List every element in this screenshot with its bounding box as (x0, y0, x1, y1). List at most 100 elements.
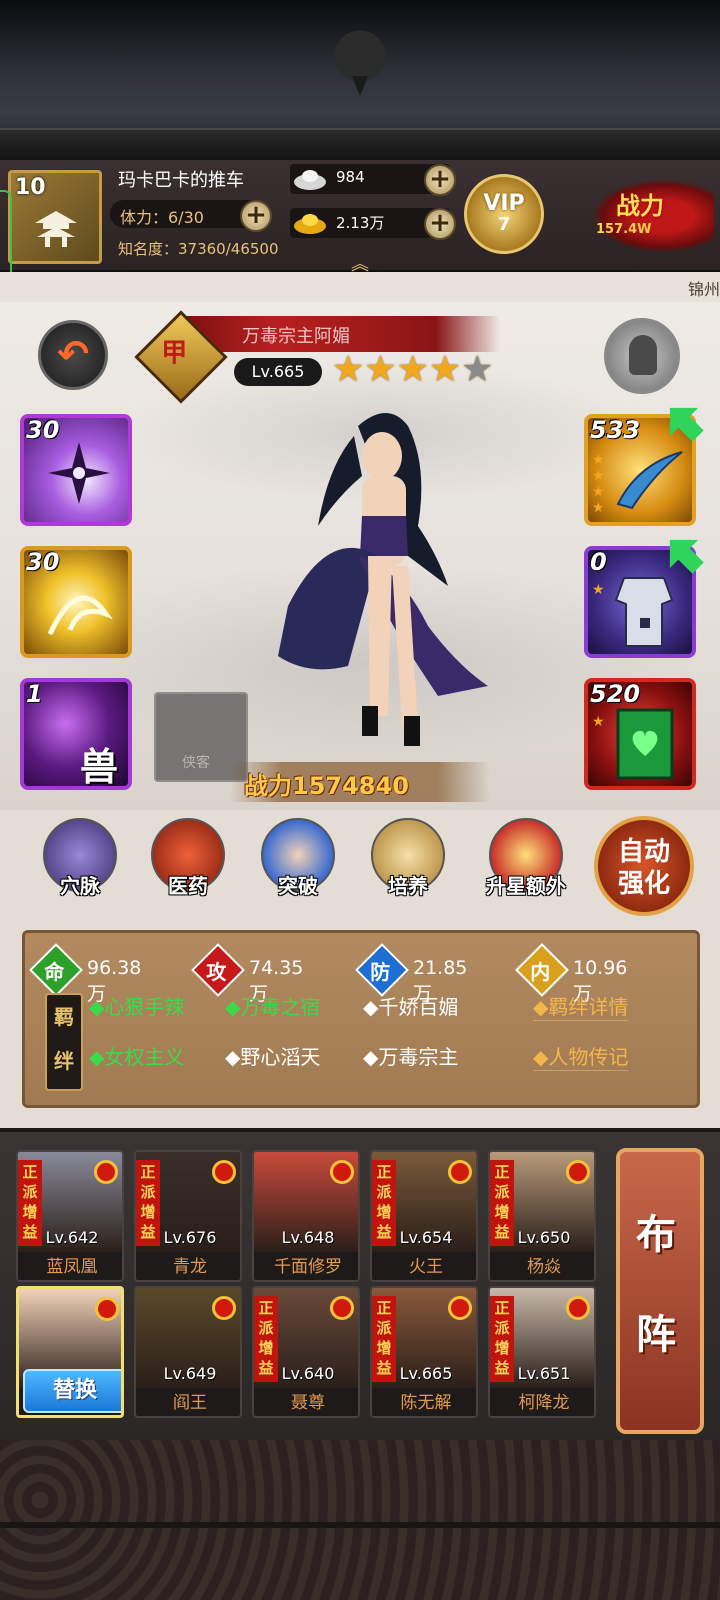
bond-item[interactable]: ◆万毒宗主 (363, 1041, 458, 1070)
vip-label: VIP (483, 191, 525, 216)
team-member-card[interactable]: 正派增益 Lv.650 杨焱 (488, 1150, 596, 1282)
skill-slot-1[interactable]: 30 (20, 414, 132, 526)
blade-icon (616, 451, 683, 510)
armor-icon (614, 577, 674, 647)
add-stamina-button[interactable]: + (240, 200, 272, 232)
skill-slot-3[interactable]: 1 兽 (20, 678, 132, 790)
bond-item[interactable]: ◆野心滔天 (225, 1041, 320, 1070)
bond-item[interactable]: ◆万毒之宿 (225, 991, 320, 1020)
gold-ingot-icon (294, 214, 326, 234)
bond-details-link[interactable]: ◆羁绊详情 (533, 991, 629, 1021)
member-name: 聂尊 (291, 1393, 325, 1413)
red-dot-icon (94, 1160, 118, 1184)
equip-weapon[interactable]: 533 ★ ★ ★ ★ (584, 414, 696, 526)
team-member-card[interactable]: Lv.649 阎王 (134, 1286, 242, 1418)
bond-item[interactable]: ◆心狠手辣 (89, 991, 184, 1020)
biography-link[interactable]: ◆人物传记 (533, 1041, 629, 1071)
golden-swirl-icon (47, 595, 113, 636)
vip-level: 7 (497, 214, 511, 235)
beast-glyph: 兽 (80, 745, 119, 789)
chevron-up-icon[interactable]: ︽ (346, 250, 374, 275)
breakthrough-button[interactable]: 突破 (256, 818, 340, 914)
power-badge-value: 157.4W (596, 222, 652, 237)
add-gold-button[interactable]: + (424, 208, 456, 240)
equip-manual[interactable]: 520 ★ (584, 678, 696, 790)
location-bar: 锦州 (0, 272, 720, 302)
star-rating-icon: ★ ★ ★ ★ (592, 452, 605, 516)
combat-power-text: 战力1574840 (244, 772, 409, 800)
hero-name-banner: 万毒宗主阿媚 (178, 316, 500, 352)
member-level: Lv.650 (517, 1228, 571, 1247)
star-icon: ★ (592, 714, 605, 730)
formation-line1: 布 (636, 1212, 676, 1258)
rank-text: 甲 (161, 338, 188, 369)
red-dot-icon (330, 1296, 354, 1320)
team-member-card[interactable]: 正派增益 Lv.651 柯降龙 (488, 1286, 596, 1418)
team-member-card[interactable]: 替换 (16, 1286, 124, 1418)
shuriken-icon (48, 442, 110, 504)
auto-enhance-button[interactable]: 自动 强化 (594, 816, 694, 916)
meridian-button[interactable]: 穴脉 (38, 818, 122, 914)
formation-button[interactable]: 布 阵 (616, 1148, 704, 1434)
star-icon: ★ (428, 349, 462, 390)
silver-value: 984 (336, 168, 365, 186)
formation-line2: 阵 (636, 1312, 676, 1358)
skill-slot-2[interactable]: 30 (20, 546, 132, 658)
player-level: 10 (15, 175, 46, 200)
equip-level: 533 (590, 416, 641, 444)
red-dot-icon (448, 1296, 472, 1320)
func-label: 突破 (278, 874, 318, 898)
func-label: 穴脉 (60, 874, 100, 898)
team-member-card[interactable]: 正派增益 Lv.665 陈无解 (370, 1286, 478, 1418)
func-label: 医药 (168, 874, 208, 898)
red-dot-icon (566, 1296, 590, 1320)
medicine-button[interactable]: 医药 (146, 818, 230, 914)
combat-power-banner: 战力1574840 (230, 762, 490, 802)
player-header: 10 玛卡巴卡的推车 体力：6/30 + 知名度：37360/46500 984… (0, 160, 720, 275)
team-member-card[interactable]: 正派增益 Lv.640 聂尊 (252, 1286, 360, 1418)
vip-badge[interactable]: VIP 7 (464, 174, 544, 254)
monk-portrait-button[interactable] (604, 318, 680, 394)
red-dot-icon (212, 1296, 236, 1320)
member-name: 千面修罗 (274, 1257, 342, 1277)
power-badge[interactable]: 战力 157.4W (586, 176, 714, 256)
member-name: 火王 (409, 1257, 443, 1277)
swap-button[interactable]: 替换 (23, 1369, 121, 1413)
member-level: Lv.648 (281, 1228, 335, 1247)
red-dot-icon (448, 1160, 472, 1184)
star-extra-button[interactable]: 升星额外 (476, 818, 576, 914)
red-dot-icon (566, 1160, 590, 1184)
star-icon: ★ (396, 349, 429, 390)
attack-icon: 攻 (191, 943, 245, 997)
cultivate-button[interactable]: 培养 (366, 818, 450, 914)
member-level: Lv.665 (399, 1364, 453, 1383)
equip-armor[interactable]: 0 ★ (584, 546, 696, 658)
pagoda-icon (35, 211, 77, 247)
member-level: Lv.651 (517, 1364, 571, 1383)
member-level: Lv.642 (45, 1228, 99, 1247)
member-name: 柯降龙 (518, 1393, 570, 1413)
gold-value: 2.13万 (336, 214, 385, 232)
back-button[interactable]: ↶ (38, 320, 108, 390)
team-member-card[interactable]: 正派增益 Lv.676 青龙 (134, 1150, 242, 1282)
add-silver-button[interactable]: + (424, 164, 456, 196)
hero-title: 万毒宗主阿媚 (242, 326, 350, 347)
player-avatar[interactable]: 10 (8, 170, 102, 264)
defense-icon: 防 (355, 943, 409, 997)
team-member-card[interactable]: 正派增益 Lv.642 蓝凤凰 (16, 1150, 124, 1282)
bond-tag: 羁绊 (45, 993, 83, 1091)
bond-item[interactable]: ◆千娇百媚 (363, 991, 458, 1020)
team-member-card[interactable]: Lv.648 千面修罗 (252, 1150, 360, 1282)
equip-level: 0 (590, 548, 607, 576)
floor-decoration (0, 1440, 720, 1600)
stamina-text: 体力：6/30 (120, 208, 204, 227)
power-badge-title: 战力 (616, 192, 664, 220)
member-level: Lv.640 (281, 1364, 335, 1383)
placeholder-label: 侠客 (182, 755, 210, 771)
function-row: 穴脉 医药 突破 培养 升星额外 自动 强化 (0, 810, 720, 920)
silver-ingot-icon (294, 170, 326, 190)
team-panel: 正派增益 Lv.642 蓝凤凰 正派增益 Lv.676 青龙 Lv.648 千面修罗 正派增益 L… (0, 1128, 720, 1440)
bond-item[interactable]: ◆女权主义 (89, 1041, 184, 1070)
book-icon (616, 708, 674, 780)
team-member-card[interactable]: 正派增益 Lv.654 火王 (370, 1150, 478, 1282)
